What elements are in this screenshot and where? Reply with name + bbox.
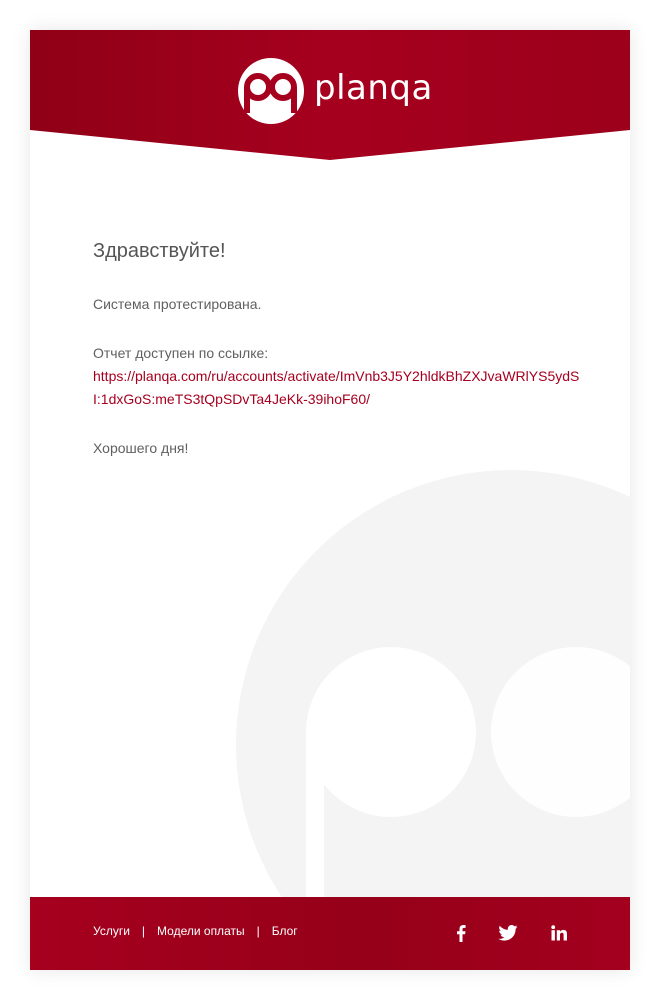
planqa-logo-text: planqa xyxy=(314,68,433,108)
footer-link-services[interactable]: Услуги xyxy=(93,924,130,938)
greeting-heading: Здравствуйте! xyxy=(93,240,226,262)
email-footer: Услуги | Модели оплаты | Блог xyxy=(30,897,630,970)
footer-separator: | xyxy=(256,924,260,938)
email-header: planqa xyxy=(30,30,630,160)
email-body: Здравствуйте! Система протестирована. От… xyxy=(93,240,583,460)
linkedin-icon[interactable] xyxy=(548,922,570,944)
closing-text: Хорошего дня! xyxy=(93,440,189,456)
status-text: Система протестирована. xyxy=(93,296,262,312)
twitter-icon[interactable] xyxy=(497,922,519,944)
footer-separator: | xyxy=(141,924,146,938)
report-link[interactable]: https://planqa.com/ru/accounts/activate/… xyxy=(93,365,583,411)
footer-link-blog[interactable]: Блог xyxy=(272,924,298,938)
footer-link-pricing[interactable]: Модели оплаты xyxy=(157,924,245,938)
planqa-logo-icon xyxy=(238,58,304,124)
planqa-logo[interactable]: planqa xyxy=(238,58,433,124)
footer-nav: Услуги | Модели оплаты | Блог xyxy=(93,924,298,938)
report-intro-text: Отчет доступен по ссылке: xyxy=(93,345,269,361)
email-card: planqa Здравствуйте! Система протестиров… xyxy=(30,30,630,970)
planqa-watermark-icon xyxy=(236,470,630,900)
facebook-icon[interactable] xyxy=(450,922,472,944)
